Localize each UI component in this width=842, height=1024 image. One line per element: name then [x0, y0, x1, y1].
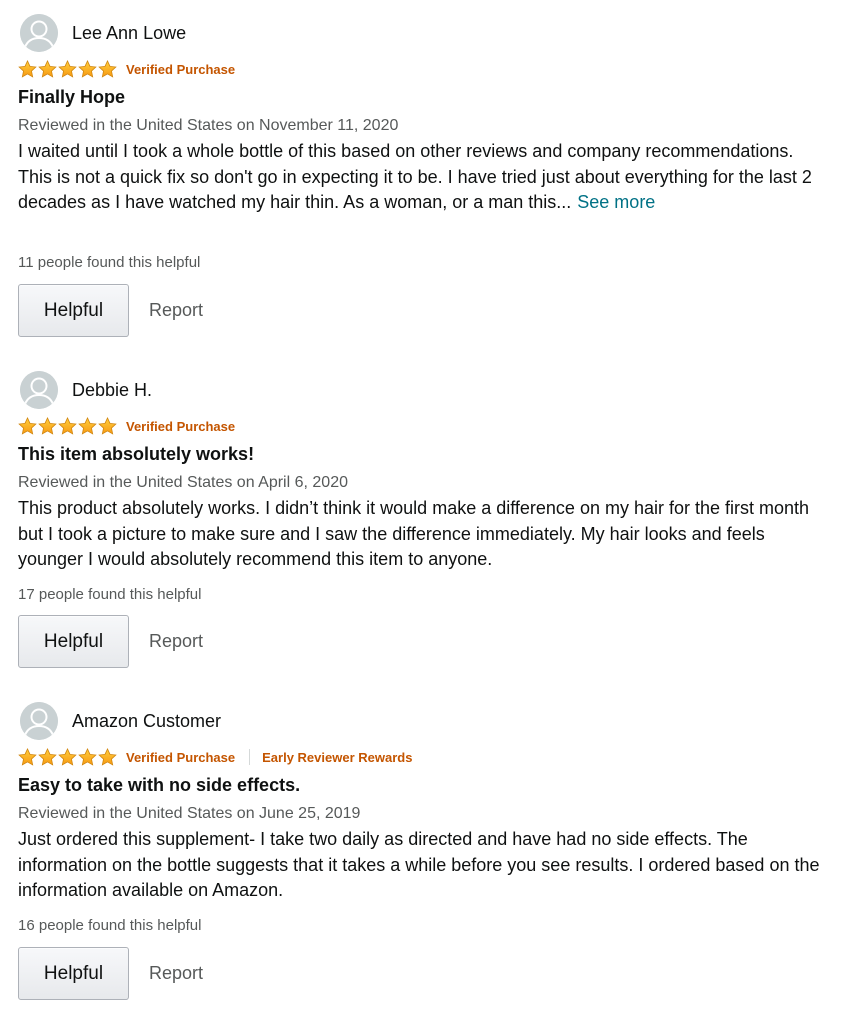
review-title[interactable]: This item absolutely works!: [18, 444, 254, 465]
helpful-button[interactable]: Helpful: [18, 284, 129, 337]
reviewer-profile[interactable]: Amazon Customer: [20, 701, 221, 741]
see-more-link[interactable]: See more: [577, 192, 655, 212]
helpful-count: 11 people found this helpful: [18, 254, 201, 271]
verified-purchase-badge: Verified Purchase: [126, 749, 236, 765]
review-body: I waited until I took a whole bottle of …: [18, 139, 830, 216]
helpful-count: 17 people found this helpful: [18, 586, 202, 603]
star-icon: [58, 748, 77, 766]
star-icon: [58, 60, 77, 78]
star-rating[interactable]: [18, 748, 118, 766]
star-icon: [18, 748, 37, 766]
avatar-icon: [20, 371, 58, 409]
verified-purchase-badge: Verified Purchase: [126, 61, 236, 77]
report-link[interactable]: Report: [149, 300, 203, 321]
report-link[interactable]: Report: [149, 963, 203, 984]
star-icon: [98, 417, 117, 435]
star-icon: [78, 60, 97, 78]
star-rating[interactable]: [18, 60, 118, 78]
badge-divider: [249, 749, 251, 765]
helpful-count: 16 people found this helpful: [18, 917, 202, 934]
star-icon: [38, 748, 57, 766]
star-icon: [38, 60, 57, 78]
star-icon: [18, 60, 37, 78]
reviewer-profile[interactable]: Debbie H.: [20, 370, 152, 410]
reviewer-name[interactable]: Amazon Customer: [72, 711, 221, 732]
star-icon: [38, 417, 57, 435]
star-rating[interactable]: [18, 417, 118, 435]
reviewer-name[interactable]: Debbie H.: [72, 380, 152, 401]
star-icon: [98, 60, 117, 78]
review-actions: Helpful Report: [18, 284, 203, 337]
star-icon: [18, 417, 37, 435]
rating-row: Verified Purchase: [18, 415, 235, 437]
star-icon: [78, 748, 97, 766]
review-date: Reviewed in the United States on Novembe…: [18, 117, 399, 134]
review-body: Just ordered this supplement- I take two…: [18, 829, 820, 900]
star-icon: [78, 417, 97, 435]
star-icon: [98, 748, 117, 766]
star-icon: [58, 417, 77, 435]
review-body: This product absolutely works. I didn’t …: [18, 498, 810, 569]
review-actions: Helpful Report: [18, 947, 203, 1000]
review-date: Reviewed in the United States on April 6…: [18, 474, 348, 491]
rating-row: Verified Purchase Early Reviewer Rewards: [18, 746, 412, 768]
avatar-icon: [20, 702, 58, 740]
helpful-button[interactable]: Helpful: [18, 615, 129, 668]
helpful-button[interactable]: Helpful: [18, 947, 129, 1000]
review-date: Reviewed in the United States on June 25…: [18, 805, 361, 822]
report-link[interactable]: Report: [149, 631, 203, 652]
review-body-text: I waited until I took a whole bottle of …: [18, 141, 812, 212]
review-title[interactable]: Easy to take with no side effects.: [18, 775, 300, 796]
rating-row: Verified Purchase: [18, 58, 235, 80]
review-title[interactable]: Finally Hope: [18, 87, 125, 108]
early-reviewer-badge[interactable]: Early Reviewer Rewards: [262, 750, 412, 765]
verified-purchase-badge: Verified Purchase: [126, 418, 236, 434]
reviewer-name[interactable]: Lee Ann Lowe: [72, 23, 186, 44]
reviewer-profile[interactable]: Lee Ann Lowe: [20, 13, 186, 53]
review-actions: Helpful Report: [18, 615, 203, 668]
avatar-icon: [20, 14, 58, 52]
